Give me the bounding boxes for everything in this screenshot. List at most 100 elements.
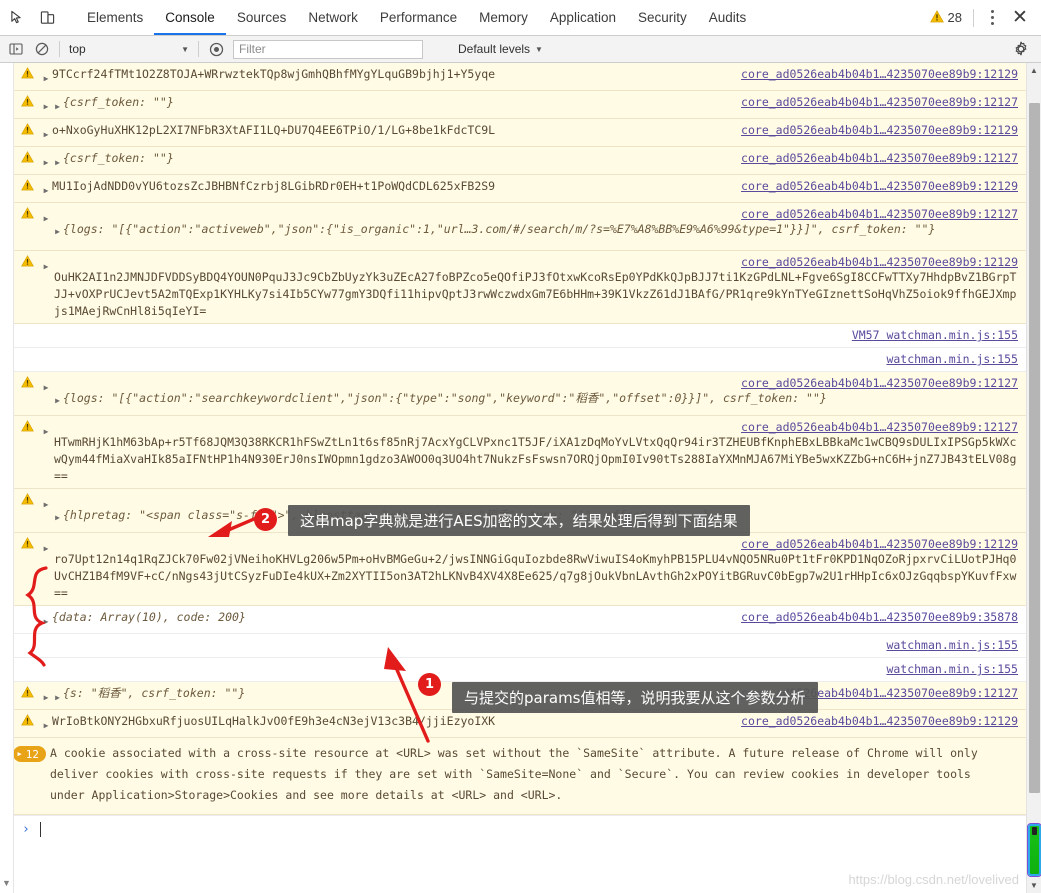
- message-source-link[interactable]: core_ad0526eab4b04b1…4235070ee89b9:12129: [741, 122, 1018, 139]
- console-vertical-scrollbar[interactable]: ▲ ▼: [1026, 63, 1041, 893]
- console-message-row[interactable]: VM57 watchman.min.js:155: [14, 324, 1026, 348]
- console-violation-group[interactable]: ▶ 12 A cookie associated with a cross-si…: [14, 738, 1026, 815]
- kebab-dot: [990, 16, 994, 19]
- tab-performance[interactable]: Performance: [369, 0, 468, 35]
- live-expression-icon[interactable]: [203, 37, 229, 61]
- message-text: HTwmRHjK1hM63bAp+r5Tf68JQM3Q38RKCR1hFSwZ…: [54, 435, 1017, 483]
- scroll-down-arrow-icon[interactable]: ▼: [1027, 878, 1041, 893]
- expand-arrow-icon[interactable]: ▶: [40, 206, 52, 247]
- tab-security[interactable]: Security: [627, 0, 698, 35]
- message-source-link[interactable]: core_ad0526eab4b04b1…4235070ee89b9:12129: [741, 178, 1018, 195]
- tab-audits[interactable]: Audits: [698, 0, 758, 35]
- device-toolbar-icon[interactable]: [32, 0, 62, 35]
- tab-application[interactable]: Application: [539, 0, 627, 35]
- message-source-link[interactable]: core_ad0526eab4b04b1…4235070ee89b9:12127: [741, 150, 1018, 167]
- expand-arrow-icon[interactable]: ▶: [52, 221, 63, 240]
- console-message-row[interactable]: ▶ 9TCcrf24fTMt1O2Z8TOJA+WRrwztekTQp8wjGm…: [14, 63, 1026, 91]
- message-source-link[interactable]: core_ad0526eab4b04b1…4235070ee89b9:12127: [741, 94, 1018, 111]
- console-message-row[interactable]: ▶ OuHK2AI1n2JMNJDFVDDSyBDQ4YOUN0PquJ3Jc9…: [14, 251, 1026, 324]
- message-source-link[interactable]: VM57 watchman.min.js:155: [852, 327, 1018, 344]
- console-message-row[interactable]: ▶ ▶ {csrf_token: ""} core_ad0526eab4b04b…: [14, 147, 1026, 175]
- tab-sources-label: Sources: [236, 10, 287, 25]
- expand-arrow-icon[interactable]: ▶: [40, 609, 52, 630]
- warning-count-indicator[interactable]: 28: [924, 9, 968, 26]
- expand-arrow-icon[interactable]: ▶: [40, 94, 52, 115]
- tab-sources[interactable]: Sources: [226, 0, 298, 35]
- message-source-link[interactable]: core_ad0526eab4b04b1…4235070ee89b9:12129: [741, 536, 1018, 553]
- filter-input[interactable]: [233, 39, 423, 59]
- message-source-link[interactable]: core_ad0526eab4b04b1…4235070ee89b9:12129: [741, 66, 1018, 83]
- message-source-link[interactable]: core_ad0526eab4b04b1…4235070ee89b9:12127: [741, 206, 1018, 223]
- message-icon-placeholder: [14, 661, 40, 678]
- execution-context-value: top: [69, 42, 86, 56]
- console-message-row[interactable]: ▶ ro7Upt12n14q1RqZJCk70Fw02jVNeihoKHVLg2…: [14, 533, 1026, 606]
- message-source-link[interactable]: watchman.min.js:155: [886, 351, 1018, 368]
- expand-arrow-icon[interactable]: ▶: [40, 536, 52, 602]
- expand-arrow-icon[interactable]: ▶: [52, 685, 63, 706]
- warning-icon: [14, 375, 40, 412]
- scroll-down-arrow-icon[interactable]: ▼: [0, 873, 13, 893]
- warning-icon: [14, 685, 40, 706]
- expand-arrow-icon[interactable]: ▶: [52, 507, 63, 526]
- expand-arrow-icon[interactable]: ▶: [40, 419, 52, 485]
- annotation-number-1: 1: [418, 673, 441, 696]
- expand-arrow-icon[interactable]: ▶: [40, 254, 52, 320]
- console-message-row[interactable]: ▶ MU1IojAdNDD0vYU6tozsZcJBHBNfCzrbj8LGib…: [14, 175, 1026, 203]
- console-message-row[interactable]: ▶ {data: Array(10), code: 200} core_ad05…: [14, 606, 1026, 634]
- warning-triangle-icon: [929, 9, 944, 26]
- inspect-element-icon[interactable]: [2, 0, 32, 35]
- message-icon-placeholder: [14, 637, 40, 654]
- close-icon[interactable]: ✕: [1005, 6, 1035, 29]
- expand-arrow-icon[interactable]: ▶: [52, 150, 63, 171]
- scrollbar-highlight-marker: [1028, 824, 1041, 876]
- console-message-row[interactable]: ▶ HTwmRHjK1hM63bAp+r5Tf68JQM3Q38RKCR1hFS…: [14, 416, 1026, 489]
- expand-arrow-icon[interactable]: ▶: [40, 685, 52, 706]
- expand-arrow-icon[interactable]: ▶: [52, 390, 63, 409]
- tab-network[interactable]: Network: [297, 0, 369, 35]
- expand-arrow-icon[interactable]: ▶: [40, 492, 52, 529]
- more-options-icon[interactable]: [979, 10, 1005, 25]
- violation-count-label: 12: [25, 747, 39, 761]
- scroll-up-arrow-icon[interactable]: ▲: [1027, 63, 1041, 78]
- message-text: ro7Upt12n14q1RqZJCk70Fw02jVNeihoKHVLg206…: [54, 552, 1017, 600]
- execution-context-select[interactable]: top ▼: [64, 39, 194, 59]
- violation-badge[interactable]: ▶ 12: [14, 743, 50, 806]
- message-source-link[interactable]: core_ad0526eab4b04b1…4235070ee89b9:35878: [741, 609, 1018, 626]
- tab-elements[interactable]: Elements: [76, 0, 154, 35]
- warning-icon: [14, 492, 40, 529]
- console-message-row[interactable]: watchman.min.js:155: [14, 658, 1026, 682]
- tab-console[interactable]: Console: [154, 0, 226, 35]
- message-source-link[interactable]: watchman.min.js:155: [886, 637, 1018, 654]
- prompt-text-cursor[interactable]: [39, 822, 41, 837]
- console-message-row[interactable]: ▶ ▶ {csrf_token: ""} core_ad0526eab4b04b…: [14, 91, 1026, 119]
- console-sidebar-toggle-icon[interactable]: [3, 37, 29, 61]
- expand-arrow-icon[interactable]: ▶: [40, 178, 52, 199]
- console-message-row[interactable]: watchman.min.js:155: [14, 634, 1026, 658]
- console-message-row[interactable]: ▶ WrIoBtkONY2HGbxuRfjuosUILqHalkJvO0fE9h…: [14, 710, 1026, 738]
- console-message-row[interactable]: watchman.min.js:155: [14, 348, 1026, 372]
- message-source-link[interactable]: core_ad0526eab4b04b1…4235070ee89b9:12129: [741, 713, 1018, 730]
- tab-memory[interactable]: Memory: [468, 0, 539, 35]
- log-levels-select[interactable]: Default levels ▼: [458, 42, 543, 56]
- console-message-row[interactable]: ▶ o+NxoGyHuXHK12pL2XI7NFbR3XtAFI1LQ+DU7Q…: [14, 119, 1026, 147]
- clear-console-icon[interactable]: [29, 37, 55, 61]
- console-message-row[interactable]: ▶ ▶ {logs: "[{"action":"activeweb","json…: [14, 203, 1026, 251]
- warning-icon: [14, 122, 40, 143]
- expand-arrow-icon[interactable]: ▶: [40, 122, 52, 143]
- expand-arrow-icon[interactable]: ▶: [40, 713, 52, 734]
- console-prompt-row[interactable]: ›: [14, 815, 1026, 843]
- expand-arrow-icon[interactable]: ▶: [40, 66, 52, 87]
- chevron-down-icon: ▼: [535, 44, 543, 54]
- gear-icon[interactable]: [1008, 37, 1034, 61]
- expand-arrow-icon[interactable]: ▶: [52, 94, 63, 115]
- expand-arrow-icon[interactable]: ▶: [40, 150, 52, 171]
- expand-arrow-icon[interactable]: ▶: [40, 375, 52, 412]
- devtools-tabbar: Elements Console Sources Network Perform…: [0, 0, 1041, 36]
- message-source-link[interactable]: core_ad0526eab4b04b1…4235070ee89b9:12127: [741, 375, 1018, 392]
- scrollbar-thumb[interactable]: [1029, 103, 1040, 793]
- message-source-link[interactable]: core_ad0526eab4b04b1…4235070ee89b9:12129: [741, 254, 1018, 271]
- console-message-row[interactable]: ▶ ▶ {logs: "[{"action":"searchkeywordcli…: [14, 372, 1026, 416]
- violation-badge-pill[interactable]: ▶ 12: [14, 746, 46, 762]
- message-source-link[interactable]: watchman.min.js:155: [886, 661, 1018, 678]
- message-source-link[interactable]: core_ad0526eab4b04b1…4235070ee89b9:12127: [741, 419, 1018, 436]
